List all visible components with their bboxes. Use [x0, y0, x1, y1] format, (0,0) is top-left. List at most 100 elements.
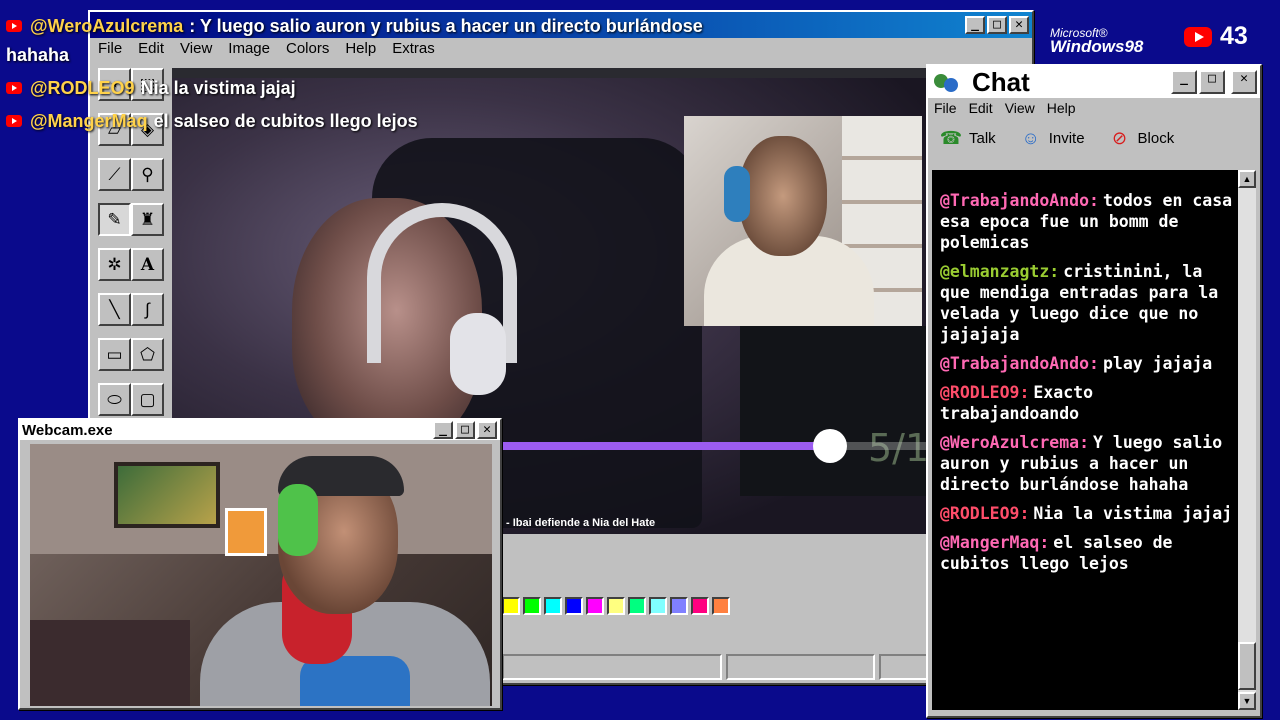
- chat-window: Chat _ □ ✕ File Edit View Help ☎ Talk ☺ …: [926, 64, 1262, 718]
- progress-knob[interactable]: [812, 429, 847, 463]
- line-tool[interactable]: ╲: [98, 293, 131, 326]
- color-swatch[interactable]: [670, 597, 688, 615]
- chat-menubar: File Edit View Help: [928, 98, 1260, 118]
- minimize-button[interactable]: _: [965, 16, 985, 34]
- text-tool[interactable]: A: [131, 248, 164, 281]
- maximize-button[interactable]: □: [987, 16, 1007, 34]
- invite-icon: ☺: [1021, 127, 1040, 148]
- block-button[interactable]: ⊘ Block: [1107, 126, 1175, 150]
- overlay-text: el salseo de cubitos llego lejos: [153, 111, 418, 131]
- color-palette: [502, 597, 730, 615]
- scroll-up-button[interactable]: ▲: [1238, 170, 1256, 188]
- overlay-text: Nia la vistima jajaj: [140, 78, 296, 98]
- ellipse-tool[interactable]: ⬭: [98, 383, 131, 416]
- invite-button[interactable]: ☺ Invite: [1018, 126, 1085, 150]
- chat-scrollbar[interactable]: ▲ ▼: [1238, 170, 1256, 710]
- rounded-rect-tool[interactable]: ▢: [131, 383, 164, 416]
- chat-username[interactable]: @MangerMaq:: [940, 533, 1049, 552]
- close-button[interactable]: ✕: [1009, 16, 1029, 34]
- chat-menu-help[interactable]: Help: [1047, 100, 1076, 116]
- chat-text: Nia la vistima jajaj: [1033, 504, 1233, 523]
- chat-menu-file[interactable]: File: [934, 100, 957, 116]
- pencil-tool[interactable]: ✎: [98, 203, 131, 236]
- talk-icon: ☎: [939, 127, 963, 148]
- color-swatch[interactable]: [691, 597, 709, 615]
- eyedropper-tool[interactable]: ⟋: [98, 158, 131, 191]
- chat-text: play jajaja: [1102, 354, 1213, 373]
- invite-label: Invite: [1048, 129, 1085, 147]
- chat-username[interactable]: @RODLEO9:: [940, 504, 1029, 523]
- rectangle-tool[interactable]: ▭: [98, 338, 131, 371]
- chat-menu-edit[interactable]: Edit: [969, 100, 993, 116]
- chat-username[interactable]: @WeroAzulcrema:: [940, 433, 1089, 452]
- webcam-titlebar[interactable]: Webcam.exe _ □ ✕: [20, 420, 500, 440]
- block-icon: ⊘: [1112, 127, 1128, 148]
- viewer-counter: 43: [1184, 22, 1248, 51]
- chat-message: @WeroAzulcrema: Y luego salio auron y rub…: [940, 432, 1236, 495]
- color-swatch[interactable]: [628, 597, 646, 615]
- webcam-title: Webcam.exe: [22, 421, 113, 439]
- polygon-tool[interactable]: ⬠: [131, 338, 164, 371]
- youtube-icon: [6, 115, 22, 127]
- color-swatch[interactable]: [565, 597, 583, 615]
- overlay-live-chat: @WeroAzulcrema : Y luego salio auron y r…: [6, 16, 706, 144]
- webcam-feed: [30, 444, 492, 706]
- status-cell-main: [502, 654, 722, 680]
- color-swatch[interactable]: [523, 597, 541, 615]
- chat-messages[interactable]: @TrabajandoAndo: todos en casa esa epoca …: [932, 170, 1242, 710]
- maximize-button[interactable]: □: [1199, 70, 1225, 94]
- chat-message: @RODLEO9: Nia la vistima jajaj: [940, 503, 1236, 524]
- scroll-down-button[interactable]: ▼: [1238, 692, 1256, 710]
- viewer-count: 43: [1220, 22, 1248, 50]
- chat-username[interactable]: @RODLEO9:: [940, 383, 1029, 402]
- chat-message: @TrabajandoAndo: todos en casa esa epoca …: [940, 190, 1236, 253]
- dark-panel: [740, 326, 928, 496]
- curve-tool[interactable]: ∫: [131, 293, 164, 326]
- wall-painting: [114, 462, 220, 528]
- chat-username[interactable]: @TrabajandoAndo:: [940, 354, 1099, 373]
- color-swatch[interactable]: [712, 597, 730, 615]
- chat-message: @MangerMaq: el salseo de cubitos llego le…: [940, 532, 1236, 574]
- block-label: Block: [1137, 129, 1175, 147]
- chat-menu-view[interactable]: View: [1005, 100, 1035, 116]
- close-button[interactable]: ✕: [477, 421, 497, 439]
- minimize-button[interactable]: _: [1171, 70, 1197, 94]
- inset-face: [739, 136, 827, 256]
- chat-people-icon: [934, 70, 962, 94]
- minimize-button[interactable]: _: [433, 421, 453, 439]
- inset-camera: [684, 116, 922, 326]
- overlay-username: @WeroAzulcrema: [30, 16, 184, 36]
- webcam-window: Webcam.exe _ □ ✕: [18, 418, 502, 710]
- cam-desk: [30, 620, 190, 706]
- chat-title: Chat: [972, 66, 1030, 97]
- overlay-message: hahaha: [6, 45, 706, 66]
- overlay-text: : Y luego salio auron y rubius a hacer u…: [189, 16, 703, 36]
- overlay-message: @MangerMaq el salseo de cubitos llego le…: [6, 111, 706, 132]
- magnifier-tool[interactable]: ⚲: [131, 158, 164, 191]
- close-button[interactable]: ✕: [1231, 70, 1257, 94]
- chat-username[interactable]: @elmanzagtz:: [940, 262, 1059, 281]
- youtube-icon: [6, 20, 22, 32]
- talk-label: Talk: [969, 129, 996, 147]
- color-swatch[interactable]: [649, 597, 667, 615]
- inset-headphone: [724, 166, 750, 222]
- status-cell-coords: [725, 654, 876, 680]
- color-swatch[interactable]: [607, 597, 625, 615]
- color-swatch[interactable]: [544, 597, 562, 615]
- overlay-username: @MangerMaq: [30, 111, 148, 131]
- wall-poster: [225, 508, 267, 556]
- airbrush-tool[interactable]: ✲: [98, 248, 131, 281]
- color-swatch[interactable]: [586, 597, 604, 615]
- overlay-message: @WeroAzulcrema : Y luego salio auron y r…: [6, 16, 706, 37]
- chat-titlebar[interactable]: Chat _ □ ✕: [928, 66, 1260, 98]
- maximize-button[interactable]: □: [455, 421, 475, 439]
- overlay-username: @RODLEO9: [30, 78, 135, 98]
- overlay-text: hahaha: [6, 45, 70, 65]
- scroll-thumb[interactable]: [1238, 642, 1256, 690]
- green-headphone: [278, 484, 318, 556]
- chat-username[interactable]: @TrabajandoAndo:: [940, 191, 1099, 210]
- color-swatch[interactable]: [502, 597, 520, 615]
- brush-tool[interactable]: ♜: [131, 203, 164, 236]
- talk-button[interactable]: ☎ Talk: [938, 126, 996, 150]
- chat-message: @elmanzagtz: cristinini, la que mendiga e…: [940, 261, 1236, 345]
